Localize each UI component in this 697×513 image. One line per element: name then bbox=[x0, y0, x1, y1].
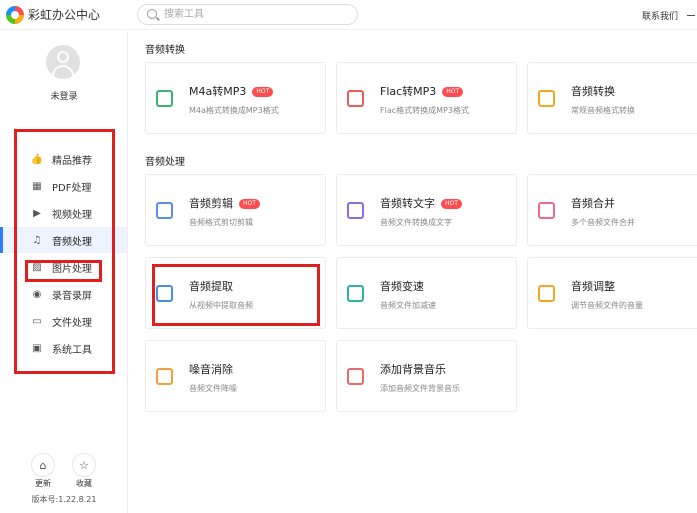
card-title-text: Flac转MP3 bbox=[380, 85, 437, 98]
tool-card[interactable]: 音频合并多个音频文件合并 bbox=[527, 174, 697, 246]
card-description: 音频文件转换成文字 bbox=[380, 218, 452, 227]
card-title: 音频剪辑 HOT bbox=[189, 195, 260, 211]
search-box[interactable] bbox=[137, 4, 358, 25]
avatar-body bbox=[52, 65, 74, 79]
card-title-text: 音频转换 bbox=[571, 85, 615, 98]
tool-card[interactable]: Flac转MP3 HOT Flac格式转换成MP3格式 bbox=[336, 62, 517, 134]
minimize-icon[interactable] bbox=[687, 15, 695, 16]
avatar-head bbox=[57, 51, 69, 63]
nav-highlight-box bbox=[14, 129, 115, 374]
bgm-icon bbox=[347, 368, 364, 385]
card-description: 音频文件加减速 bbox=[380, 301, 436, 310]
update-label[interactable]: 更新 bbox=[23, 478, 63, 489]
card-title: M4a转MP3 HOT bbox=[189, 83, 274, 99]
rainbow-logo-icon bbox=[6, 6, 24, 24]
card-title-text: 音频合并 bbox=[571, 197, 615, 210]
card-description: 调节音频文件的音量 bbox=[571, 301, 643, 310]
card-description: 音频格式剪切剪辑 bbox=[189, 218, 253, 227]
flac-icon bbox=[347, 90, 364, 107]
merge-icon bbox=[538, 202, 555, 219]
card-title: Flac转MP3 HOT bbox=[380, 83, 464, 99]
hot-badge: HOT bbox=[442, 87, 464, 97]
tool-card[interactable]: 音频转换常规音频格式转换 bbox=[527, 62, 697, 134]
card-title-text: M4a转MP3 bbox=[189, 85, 247, 98]
card-title: 音频变速 bbox=[380, 278, 424, 294]
contact-link[interactable]: 联系我们 bbox=[642, 9, 678, 22]
card-description: 多个音频文件合并 bbox=[571, 218, 635, 227]
card-description: 添加音频文件背景音乐 bbox=[380, 384, 460, 393]
speed-icon bbox=[347, 285, 364, 302]
card-title: 音频转换 bbox=[571, 83, 615, 99]
card-title: 音频调整 bbox=[571, 278, 615, 294]
section-title: 音频转换 bbox=[145, 45, 185, 56]
text-icon bbox=[347, 202, 364, 219]
title-bar: 彩虹办公中心 联系我们 bbox=[0, 0, 697, 30]
card-description: M4a格式转换成MP3格式 bbox=[189, 106, 279, 115]
tool-card[interactable]: 噪音消除音频文件降噪 bbox=[145, 340, 326, 412]
app-title: 彩虹办公中心 bbox=[28, 8, 101, 22]
favorite-label[interactable]: 收藏 bbox=[64, 478, 104, 489]
card-title-text: 噪音消除 bbox=[189, 363, 233, 376]
card-description: 常规音频格式转换 bbox=[571, 106, 635, 115]
sidebar: 未登录 👍 精品推荐 ▦ PDF处理 ▶ 视频处理 ♫ 音频处理 ▨ 图片处理 ◉ 录音录屏 ▭ 文件处理… bbox=[0, 31, 128, 513]
audio-convert-icon bbox=[538, 90, 555, 107]
version-label: 版本号:1.22.8.21 bbox=[31, 495, 97, 504]
noise-icon bbox=[156, 368, 173, 385]
card-title: 音频合并 bbox=[571, 195, 615, 211]
hot-badge: HOT bbox=[239, 199, 260, 209]
card-description: Flac格式转换成MP3格式 bbox=[380, 106, 469, 115]
tool-card[interactable]: 添加背景音乐添加音频文件背景音乐 bbox=[336, 340, 517, 412]
tool-card[interactable]: 音频变速音频文件加减速 bbox=[336, 257, 517, 329]
search-icon bbox=[147, 9, 157, 19]
card-description: 音频文件降噪 bbox=[189, 384, 237, 393]
update-icon[interactable]: ⌂ bbox=[31, 453, 55, 477]
card-title-text: 音频调整 bbox=[571, 280, 615, 293]
avatar[interactable] bbox=[46, 45, 80, 79]
m4a-icon bbox=[156, 90, 173, 107]
card-title: 音频转文字 HOT bbox=[380, 195, 462, 211]
volume-icon bbox=[538, 285, 555, 302]
tool-card[interactable]: 音频调整调节音频文件的音量 bbox=[527, 257, 697, 329]
card-title-text: 添加背景音乐 bbox=[380, 363, 446, 376]
tool-card[interactable]: M4a转MP3 HOT M4a格式转换成MP3格式 bbox=[145, 62, 326, 134]
card-title: 添加背景音乐 bbox=[380, 361, 446, 377]
hot-badge: HOT bbox=[252, 87, 274, 97]
search-input[interactable] bbox=[164, 7, 344, 22]
tool-card[interactable]: 音频转文字 HOT 音频文件转换成文字 bbox=[336, 174, 517, 246]
login-status[interactable]: 未登录 bbox=[0, 89, 128, 102]
active-item-highlight-box bbox=[25, 260, 102, 282]
crop-icon bbox=[156, 202, 173, 219]
section-title: 音频处理 bbox=[145, 157, 185, 168]
card-highlight-box bbox=[152, 264, 320, 326]
star-icon[interactable]: ☆ bbox=[72, 453, 96, 477]
card-title-text: 音频转文字 bbox=[380, 197, 435, 210]
card-title-text: 音频剪辑 bbox=[189, 197, 233, 210]
tool-card[interactable]: 音频剪辑 HOT 音频格式剪切剪辑 bbox=[145, 174, 326, 246]
card-title: 噪音消除 bbox=[189, 361, 233, 377]
card-title-text: 音频变速 bbox=[380, 280, 424, 293]
hot-badge: HOT bbox=[441, 199, 462, 209]
